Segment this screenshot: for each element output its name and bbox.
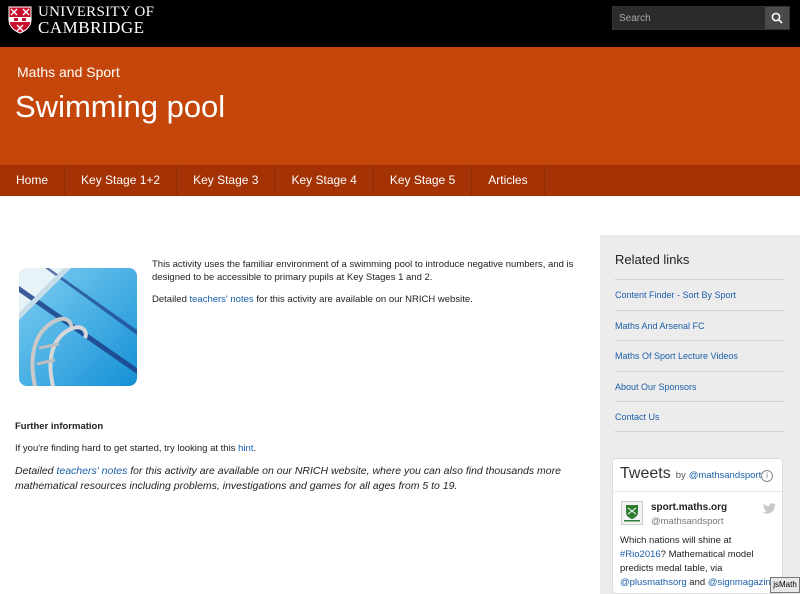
related-link-sponsors[interactable]: About Our Sponsors	[615, 370, 784, 402]
intro-p2-prefix: Detailed	[152, 294, 190, 305]
tweets-divider	[613, 491, 782, 492]
nav-articles[interactable]: Articles	[472, 165, 545, 196]
nav-key-stage-4[interactable]: Key Stage 4	[275, 165, 374, 196]
site-section-title[interactable]: Maths and Sport	[17, 64, 120, 80]
tweet-account-handle[interactable]: @mathsandsport	[651, 516, 723, 527]
tweet-mention-plus[interactable]: @plusmathsorg	[620, 577, 687, 588]
intro-text: This activity uses the familiar environm…	[152, 258, 582, 315]
nav-key-stage-5[interactable]: Key Stage 5	[374, 165, 473, 196]
twitter-bird-icon[interactable]	[763, 503, 776, 514]
related-links-list: Content Finder - Sort By Sport Maths And…	[615, 279, 784, 432]
tweet-hashtag[interactable]: #Rio2016	[620, 549, 661, 560]
further-information-heading: Further information	[15, 421, 104, 432]
related-links-heading: Related links	[615, 252, 690, 267]
jsmath-button[interactable]: jsMath	[770, 577, 800, 593]
page-title: Swimming pool	[15, 89, 226, 124]
detail-prefix: Detailed	[15, 465, 57, 477]
hint-link[interactable]: hint	[238, 443, 253, 454]
intro-p2-suffix: for this activity are available on our N…	[253, 294, 473, 305]
related-link-contact[interactable]: Contact Us	[615, 401, 784, 432]
intro-paragraph-2: Detailed teachers' notes for this activi…	[152, 293, 582, 306]
related-link-arsenal[interactable]: Maths And Arsenal FC	[615, 309, 784, 341]
tweets-title[interactable]: Tweets	[620, 465, 671, 483]
logo-line-2: CAMBRIDGE	[38, 18, 145, 37]
main-nav: Home Key Stage 1+2 Key Stage 3 Key Stage…	[0, 165, 800, 196]
search-icon	[771, 12, 783, 24]
swimming-pool-image	[19, 268, 137, 386]
hint-line: If you're finding hard to get started, t…	[15, 443, 256, 454]
nav-home[interactable]: Home	[0, 165, 66, 196]
top-bar: UNIVERSITY OF CAMBRIDGE	[0, 0, 800, 47]
tweet-mention-sign[interactable]: @signmagazine	[708, 577, 776, 588]
related-link-lecture-videos[interactable]: Maths Of Sport Lecture Videos	[615, 340, 784, 371]
detail-teachers-notes-link[interactable]: teachers' notes	[56, 465, 127, 477]
nav-key-stage-3[interactable]: Key Stage 3	[177, 165, 276, 196]
tweet-text: Which nations will shine at #Rio2016? Ma…	[620, 534, 780, 590]
twitter-widget: Tweets by @mathsandsport i sport.maths.o…	[612, 458, 783, 594]
cambridge-shield-icon	[8, 6, 32, 34]
avatar[interactable]	[621, 501, 643, 525]
hint-suffix: .	[253, 443, 257, 454]
search-input[interactable]	[613, 7, 765, 29]
intro-paragraph-1: This activity uses the familiar environm…	[152, 259, 574, 283]
related-link-content-finder[interactable]: Content Finder - Sort By Sport	[615, 279, 784, 310]
search-box	[612, 6, 790, 30]
hint-prefix: If you're finding hard to get started, t…	[15, 443, 239, 454]
tweet-account-name[interactable]: sport.maths.org	[651, 502, 727, 513]
teachers-notes-link[interactable]: teachers' notes	[190, 294, 254, 305]
tweet-text-3: and	[686, 577, 708, 588]
search-button[interactable]	[765, 7, 789, 29]
cambridge-logo[interactable]: UNIVERSITY OF CAMBRIDGE	[8, 5, 154, 37]
tweets-handle-link[interactable]: @mathsandsport	[689, 470, 761, 481]
tweets-by: by	[675, 470, 686, 481]
nav-key-stage-1-2[interactable]: Key Stage 1+2	[65, 165, 178, 196]
info-icon[interactable]: i	[761, 470, 773, 482]
page-banner: Maths and Sport Swimming pool	[0, 47, 800, 165]
detail-paragraph: Detailed teachers' notes for this activi…	[15, 464, 575, 494]
tweet-text-1: Which nations will shine at	[620, 535, 732, 546]
